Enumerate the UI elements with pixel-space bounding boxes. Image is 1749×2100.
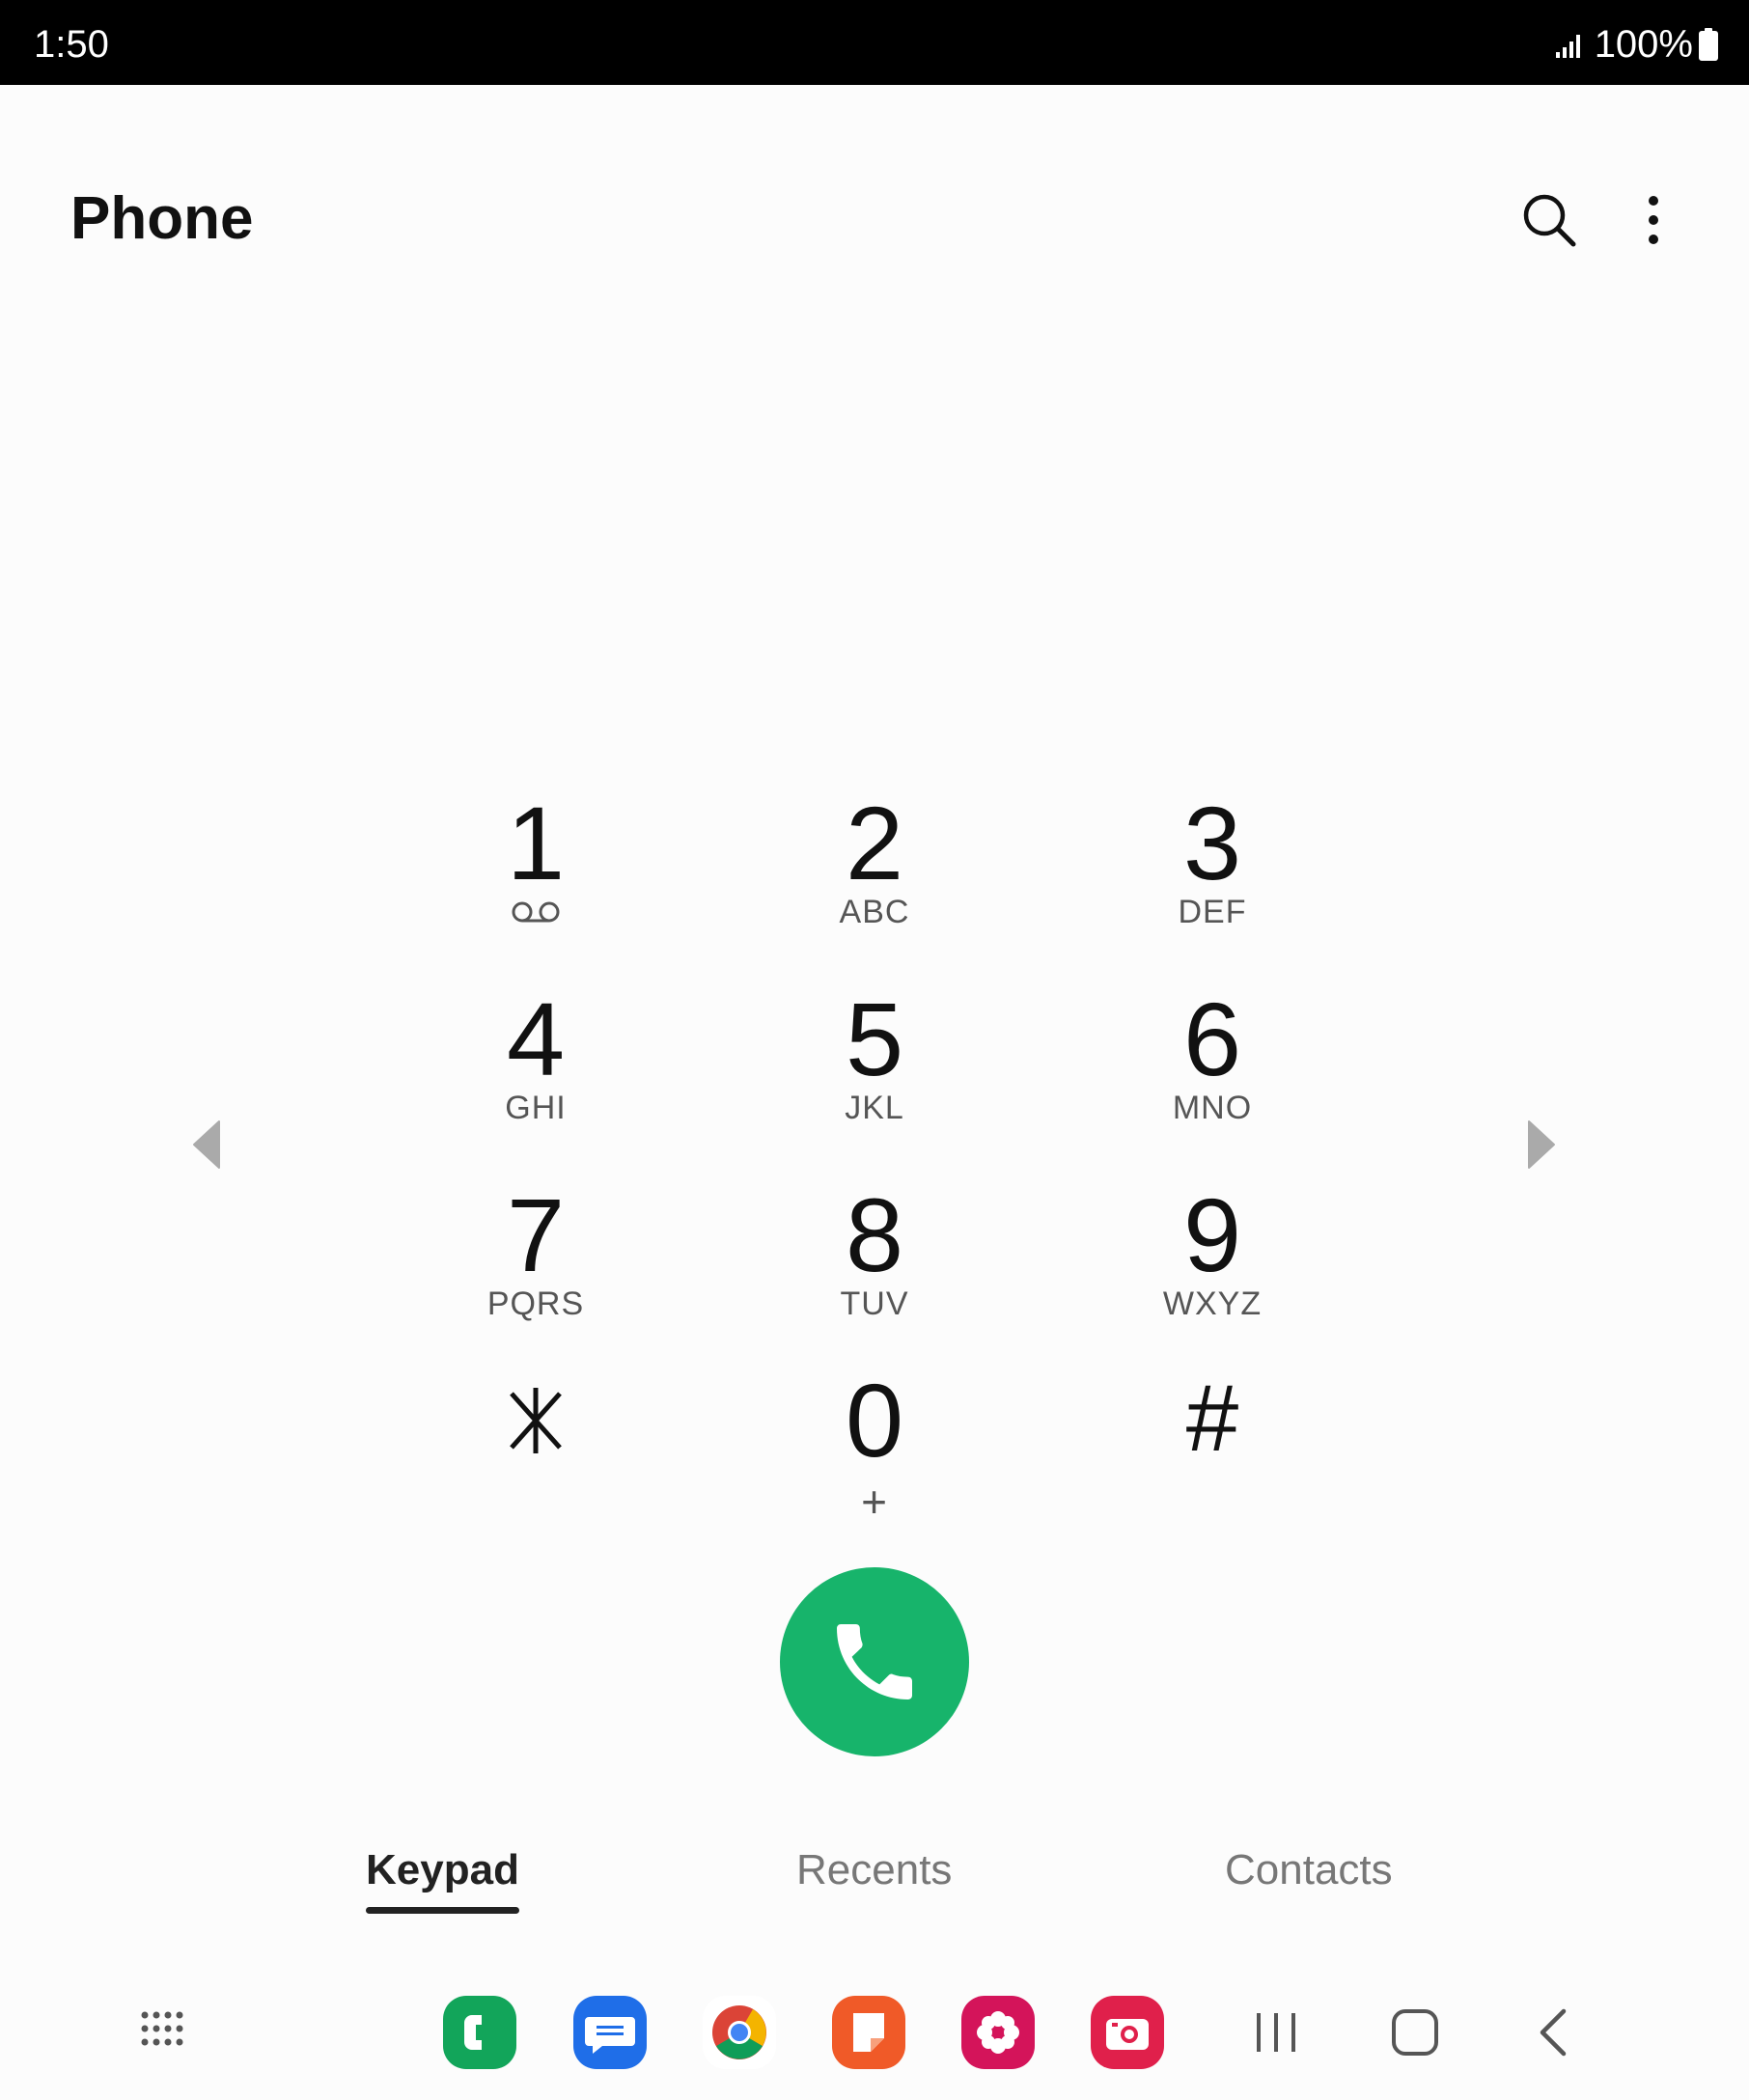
key-letters: JKL	[845, 1090, 904, 1126]
key-digit: 2	[845, 785, 904, 901]
key-digit: 8	[845, 1176, 904, 1293]
home-button[interactable]	[1386, 2003, 1444, 2061]
phone-app-icon	[443, 1996, 516, 2069]
dial-key-5[interactable]: 5 JKL	[730, 987, 1019, 1161]
more-options-icon	[1649, 196, 1658, 244]
key-letters: +	[861, 1477, 888, 1527]
key-digit: #	[1185, 1365, 1239, 1471]
dock-notes-app[interactable]	[832, 1996, 905, 2069]
dial-key-6[interactable]: 6 MNO	[1068, 987, 1357, 1161]
dial-key-4[interactable]: 4 GHI	[391, 987, 680, 1161]
flower-app-icon	[961, 1996, 1035, 2069]
phone-handset-icon	[837, 1624, 912, 1699]
dock-phone-app[interactable]	[443, 1996, 516, 2069]
key-digit: 4	[506, 981, 566, 1097]
next-page-button[interactable]	[1525, 1119, 1558, 1170]
dial-key-hash[interactable]: #	[1068, 1370, 1357, 1544]
chrome-app-icon	[703, 1996, 776, 2069]
dial-key-2[interactable]: 2 ABC	[730, 791, 1019, 965]
home-icon	[1392, 2009, 1438, 2056]
tab-label: Keypad	[366, 1846, 519, 1893]
page-title: Phone	[70, 185, 254, 252]
dial-key-0[interactable]: 0 +	[730, 1368, 1019, 1542]
dial-key-8[interactable]: 8 TUV	[730, 1183, 1019, 1357]
call-button[interactable]	[780, 1567, 969, 1756]
key-letters: PQRS	[486, 1285, 585, 1322]
app-drawer-button[interactable]	[139, 2009, 185, 2056]
dial-key-1[interactable]: 1	[391, 791, 680, 965]
key-digit: 5	[845, 981, 904, 1097]
dial-key-star[interactable]	[391, 1368, 680, 1542]
battery-icon	[1699, 28, 1718, 61]
key-digit: 3	[1182, 785, 1242, 901]
search-icon	[1523, 194, 1576, 247]
voicemail-icon	[512, 901, 560, 923]
back-button[interactable]	[1525, 2003, 1583, 2061]
tab-contacts[interactable]: Contacts	[1225, 1849, 1393, 1917]
messages-app-icon	[573, 1996, 647, 2069]
dock-messages-app[interactable]	[573, 1996, 647, 2069]
triangle-left-icon	[193, 1120, 220, 1169]
dock-chrome-app[interactable]	[703, 1996, 776, 2069]
more-options-button[interactable]	[1631, 191, 1676, 249]
key-digit: 7	[506, 1176, 566, 1293]
dial-key-3[interactable]: 3 DEF	[1068, 791, 1357, 965]
triangle-right-icon	[1528, 1120, 1555, 1169]
notes-app-icon	[832, 1996, 905, 2069]
tab-keypad[interactable]: Keypad	[366, 1849, 519, 1917]
key-digit: 1	[506, 785, 566, 901]
signal-icon	[1555, 35, 1580, 58]
asterisk-icon	[510, 1388, 562, 1453]
active-tab-indicator	[366, 1907, 519, 1914]
camera-app-icon	[1091, 1996, 1164, 2069]
key-letters: DEF	[1178, 894, 1247, 930]
key-digit: 9	[1182, 1176, 1242, 1293]
key-letters: WXYZ	[1162, 1285, 1263, 1322]
previous-page-button[interactable]	[190, 1119, 223, 1170]
dial-key-7[interactable]: 7 PQRS	[391, 1183, 680, 1357]
apps-grid-icon	[141, 2011, 183, 2046]
dock-flower-app[interactable]	[961, 1996, 1035, 2069]
recent-apps-button[interactable]	[1247, 2003, 1305, 2061]
key-digit: 6	[1182, 981, 1242, 1097]
key-letters: GHI	[505, 1090, 567, 1126]
tab-label: Recents	[796, 1846, 953, 1893]
dial-key-9[interactable]: 9 WXYZ	[1068, 1183, 1357, 1357]
key-letters: ABC	[839, 894, 910, 930]
recent-apps-icon	[1257, 2013, 1295, 2052]
status-bar: 1:50 100%	[0, 0, 1749, 85]
status-indicators: 100%	[1554, 25, 1718, 64]
key-digit: 0	[845, 1362, 904, 1478]
key-letters: TUV	[840, 1285, 909, 1322]
tab-recents[interactable]: Recents	[796, 1849, 952, 1917]
key-letters: MNO	[1172, 1090, 1253, 1126]
back-icon	[1540, 2008, 1567, 2057]
tab-label: Contacts	[1225, 1846, 1393, 1893]
dock-camera-app[interactable]	[1091, 1996, 1164, 2069]
search-button[interactable]	[1520, 191, 1578, 249]
battery-percentage: 100%	[1594, 23, 1693, 66]
status-time: 1:50	[34, 23, 109, 66]
